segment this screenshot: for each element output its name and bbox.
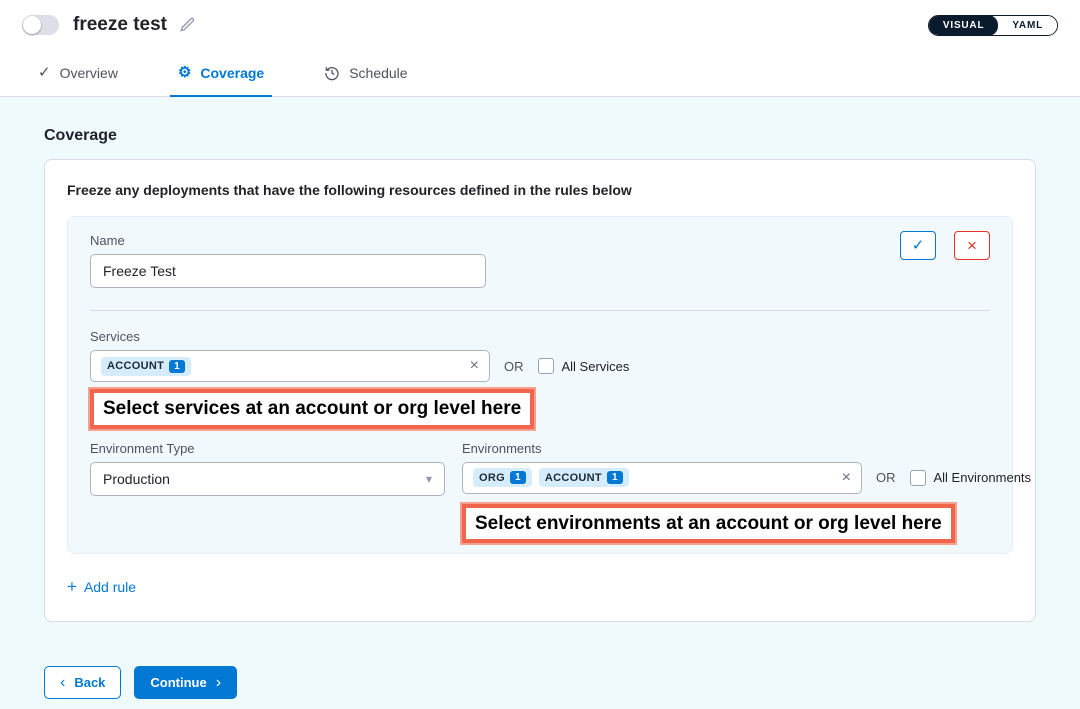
or-label: OR	[876, 470, 896, 485]
environments-input[interactable]: ORG 1 ACCOUNT 1 ×	[462, 462, 862, 494]
environments-label: Environments	[462, 441, 1031, 456]
add-rule-label: Add rule	[84, 579, 136, 595]
plus-icon: +	[67, 578, 77, 595]
toggle-knob	[23, 16, 41, 34]
cancel-rule-button[interactable]: ×	[954, 231, 990, 260]
footer-actions: ‹ Back Continue ›	[44, 666, 1080, 699]
all-services-label: All Services	[562, 359, 630, 374]
divider	[90, 310, 990, 311]
page-header: freeze test VISUAL YAML	[0, 0, 1080, 50]
edit-title-icon[interactable]	[179, 17, 195, 33]
environment-row: Environment Type Production ▾ Environmen…	[90, 441, 990, 544]
rule-name-input[interactable]	[90, 254, 486, 288]
continue-button[interactable]: Continue ›	[134, 666, 237, 699]
tab-coverage[interactable]: ⚙ Coverage	[170, 50, 272, 97]
all-environments-label: All Environments	[934, 470, 1032, 485]
freeze-enabled-toggle[interactable]	[22, 15, 59, 35]
tab-schedule[interactable]: Schedule	[316, 50, 415, 97]
environments-clear-icon[interactable]: ×	[842, 470, 851, 486]
chevron-left-icon: ‹	[60, 675, 65, 691]
services-row: ACCOUNT 1 × OR All Services	[90, 350, 990, 382]
environment-type-value: Production	[103, 471, 170, 487]
section-title: Coverage	[44, 127, 1036, 145]
visual-mode-button[interactable]: VISUAL	[929, 15, 998, 36]
yaml-mode-button[interactable]: YAML	[998, 15, 1057, 36]
environment-chip-org-count-badge: 1	[510, 471, 526, 484]
chevron-down-icon: ▾	[426, 473, 432, 485]
tab-overview[interactable]: ✓ Overview	[30, 50, 126, 97]
all-services-checkbox[interactable]	[538, 358, 554, 374]
tab-bar: ✓ Overview ⚙ Coverage Schedule	[0, 50, 1080, 97]
tab-coverage-label: Coverage	[200, 65, 264, 81]
visual-yaml-toggle[interactable]: VISUAL YAML	[928, 15, 1058, 36]
tab-schedule-label: Schedule	[349, 65, 407, 81]
environment-chip-account-label: ACCOUNT	[545, 472, 602, 484]
main-content: Coverage Freeze any deployments that hav…	[0, 97, 1080, 622]
add-rule-button[interactable]: + Add rule	[67, 578, 136, 595]
service-chip-count-badge: 1	[169, 360, 185, 373]
environment-type-label: Environment Type	[90, 441, 445, 456]
or-label: OR	[504, 359, 524, 374]
gear-icon: ⚙	[178, 65, 191, 80]
environment-chip-account-count-badge: 1	[607, 471, 623, 484]
check-icon: ✓	[38, 65, 51, 80]
card-instruction: Freeze any deployments that have the fol…	[67, 182, 1013, 198]
environments-input-row: ORG 1 ACCOUNT 1 × OR All Environments	[462, 462, 1031, 494]
service-chip-label: ACCOUNT	[107, 360, 164, 372]
services-clear-icon[interactable]: ×	[470, 358, 479, 374]
services-annotation-callout: Select services at an account or org lev…	[90, 389, 534, 429]
rule-editor-panel: ✓ × Name Services ACCOUNT 1 × OR All Ser…	[67, 216, 1013, 554]
rule-actions: ✓ ×	[900, 231, 990, 260]
name-label: Name	[90, 233, 990, 248]
schedule-icon	[324, 65, 340, 81]
continue-button-label: Continue	[150, 675, 206, 690]
services-input[interactable]: ACCOUNT 1 ×	[90, 350, 490, 382]
environment-type-select[interactable]: Production ▾	[90, 462, 445, 496]
environment-chip-account[interactable]: ACCOUNT 1	[539, 468, 629, 487]
services-label: Services	[90, 329, 990, 344]
back-button[interactable]: ‹ Back	[44, 666, 121, 699]
environment-chip-org-label: ORG	[479, 472, 505, 484]
environment-chip-org[interactable]: ORG 1	[473, 468, 532, 487]
coverage-card: Freeze any deployments that have the fol…	[44, 159, 1036, 622]
environment-type-column: Environment Type Production ▾	[90, 441, 445, 544]
back-button-label: Back	[74, 675, 105, 690]
page-title: freeze test	[73, 14, 167, 36]
tab-overview-label: Overview	[60, 65, 118, 81]
all-environments-checkbox[interactable]	[910, 470, 926, 486]
environments-annotation-callout: Select environments at an account or org…	[462, 504, 955, 544]
confirm-rule-button[interactable]: ✓	[900, 231, 936, 260]
environments-column: Environments ORG 1 ACCOUNT 1 ×	[462, 441, 1031, 544]
chevron-right-icon: ›	[216, 675, 221, 691]
service-chip-account[interactable]: ACCOUNT 1	[101, 357, 191, 376]
